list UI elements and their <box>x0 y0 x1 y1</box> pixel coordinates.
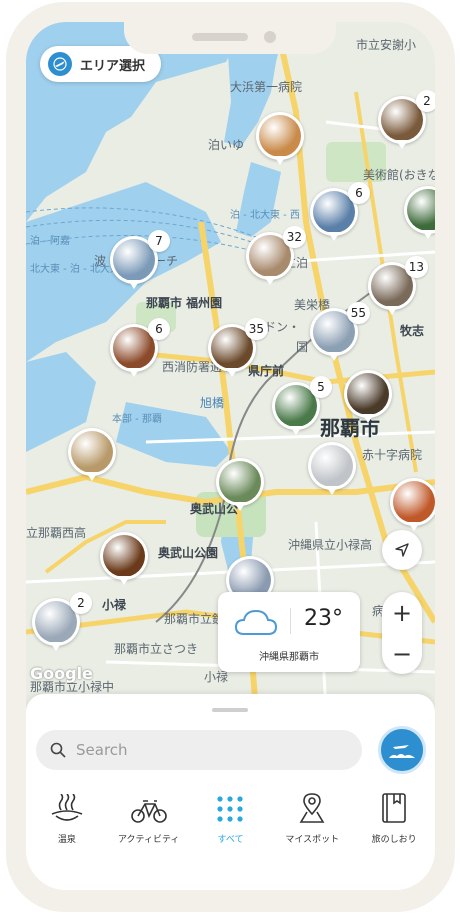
place-label: 那覇市立鏡 <box>164 612 225 626</box>
map-view[interactable]: 大浜第一病院 泊いゆ 美術館(おきな 那覇市 福州園 県庁前 旭橋 那覇市 牧志… <box>26 22 435 712</box>
pin-count-badge: 2 <box>416 90 435 112</box>
pin-photo <box>347 373 389 415</box>
device-frame: 大浜第一病院 泊いゆ 美術館(おきな 那覇市 福州園 県庁前 旭橋 那覇市 牧志… <box>6 2 455 912</box>
tab-onsen[interactable]: 温泉 <box>26 792 108 845</box>
place-label: 旭橋 <box>200 396 225 410</box>
place-label: 大浜第一病院 <box>230 80 303 94</box>
pin-photo <box>407 189 435 231</box>
map-pin[interactable]: 7 <box>110 230 170 292</box>
screen: 大浜第一病院 泊いゆ 美術館(おきな 那覇市 福州園 県庁前 旭橋 那覇市 牧志… <box>26 22 435 890</box>
place-label: 国 <box>296 340 309 354</box>
place-label: 赤十字病院 <box>362 448 423 462</box>
map-pin[interactable] <box>68 428 116 484</box>
pin-count-badge: 35 <box>244 318 268 340</box>
sheet-handle[interactable] <box>212 708 248 712</box>
map-pin-icon <box>299 793 325 823</box>
place-label: 沖縄県立小禄高 <box>288 538 373 552</box>
water-label: 泊 - 北大東 - 西 <box>230 210 300 221</box>
map-pin[interactable] <box>216 458 264 514</box>
grid-icon <box>217 796 244 822</box>
place-label: 泊いゆ <box>208 138 245 152</box>
map-pin[interactable] <box>390 478 435 534</box>
place-label: 奥武山公園 <box>158 546 219 560</box>
map-pin[interactable]: 13 <box>368 256 428 318</box>
airplane-icon <box>48 52 72 76</box>
pin-count-badge: 6 <box>148 318 170 340</box>
map-pin[interactable]: 2 <box>378 90 435 152</box>
pin-count-badge: 13 <box>404 256 428 278</box>
map-pin[interactable]: 32 <box>246 226 306 288</box>
map-pin[interactable]: 5 <box>272 376 332 438</box>
zoom-in-button[interactable]: + <box>382 592 422 633</box>
place-label: 牧志 <box>400 324 425 338</box>
map-pin[interactable] <box>256 112 304 168</box>
area-select-label: エリア選択 <box>80 58 146 74</box>
water-label: 泊 - 阿嘉 <box>30 236 70 247</box>
tab-label: 旅のしおり <box>371 835 417 845</box>
tab-label: すべて <box>217 835 244 845</box>
tab-my-spot[interactable]: マイスポット <box>271 792 353 845</box>
bicycle-icon <box>130 800 167 823</box>
pin-count-badge: 55 <box>346 302 370 324</box>
map-pin[interactable]: 55 <box>310 302 370 364</box>
map-pin[interactable] <box>308 442 356 498</box>
zoom-out-button[interactable]: − <box>382 633 422 674</box>
pin-count-badge: 32 <box>282 226 306 248</box>
pin-photo <box>71 431 113 473</box>
place-label: 美術館(おきな <box>363 168 435 182</box>
place-label: 那覇市 福州園 <box>146 296 223 310</box>
weather-temperature: 23° <box>304 606 343 631</box>
pin-count-badge: 2 <box>70 592 92 614</box>
search-bar[interactable]: Search <box>36 730 362 770</box>
current-location-button[interactable] <box>382 530 422 570</box>
pin-count-badge: 6 <box>348 182 370 204</box>
google-logo: Google <box>30 664 93 683</box>
tab-activity[interactable]: アクティビティ <box>108 792 190 845</box>
zoom-control: + − <box>382 592 422 674</box>
map-pin[interactable] <box>344 370 392 426</box>
map-pin[interactable] <box>100 532 148 588</box>
bookmark-book-icon <box>382 793 406 823</box>
map-pin[interactable]: 6 <box>310 182 370 244</box>
place-label: 立那覇西高 <box>26 526 87 540</box>
place-label: 小禄 <box>102 598 127 612</box>
pin-photo <box>219 461 261 503</box>
search-input[interactable]: Search <box>76 741 128 759</box>
notch <box>124 22 336 54</box>
tab-travel-notes[interactable]: 旅のしおり <box>353 792 435 845</box>
search-icon <box>50 742 66 758</box>
weather-divider <box>290 608 291 634</box>
pin-count-badge: 5 <box>310 376 332 398</box>
bottom-sheet: Search 温泉 アクティビティ すべて マイスポット 旅のしおり <box>26 694 435 890</box>
tab-label: マイスポット <box>285 835 340 845</box>
map-pin[interactable]: 6 <box>110 318 170 380</box>
tab-label: 温泉 <box>57 835 76 845</box>
map-pin[interactable]: 35 <box>208 318 268 380</box>
category-tabs: 温泉 アクティビティ すべて マイスポット 旅のしおり <box>26 792 435 845</box>
weather-location: 沖縄県那覇市 <box>259 652 319 663</box>
pin-photo <box>259 115 301 157</box>
navigation-arrow-icon <box>395 543 409 557</box>
hot-spring-icon <box>51 794 83 821</box>
airplane-action-button[interactable] <box>378 726 426 774</box>
pin-photo <box>311 445 353 487</box>
weather-card[interactable]: 23° 沖縄県那覇市 <box>218 592 360 672</box>
pin-photo <box>393 481 435 523</box>
map-pin[interactable] <box>404 186 435 242</box>
pin-photo <box>103 535 145 577</box>
place-label: ドン・ <box>264 320 301 334</box>
place-label: 那覇市立さつき <box>114 642 199 656</box>
pin-count-badge: 7 <box>148 230 170 252</box>
place-label: 市立安謝小 <box>356 38 417 52</box>
tab-all[interactable]: すべて <box>190 792 272 845</box>
cloud-icon <box>234 609 278 635</box>
water-label: 本部 - 那覇 <box>112 414 162 425</box>
airplane-cloud-icon <box>389 745 415 758</box>
tab-label: アクティビティ <box>117 835 180 845</box>
map-pin[interactable]: 2 <box>32 592 92 654</box>
